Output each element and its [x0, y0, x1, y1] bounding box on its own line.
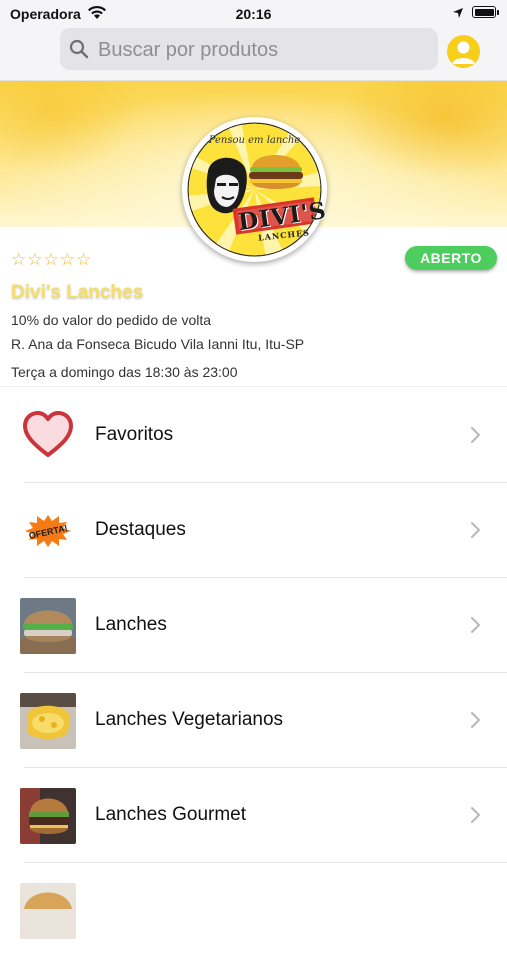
battery-icon [472, 6, 496, 18]
chevron-right-icon [471, 617, 480, 633]
star-icon: ☆ [27, 250, 43, 269]
veggie-burger-photo [20, 693, 76, 749]
category-item-favoritos[interactable]: Favoritos [0, 388, 507, 483]
opening-hours: Terça a domingo das 18:30 às 23:00 [11, 364, 238, 380]
category-label: Lanches [95, 614, 167, 635]
location-arrow-icon [453, 8, 463, 18]
burger-photo [20, 598, 76, 654]
category-item-lanches[interactable]: Lanches [0, 578, 507, 673]
category-item-partial[interactable] [0, 863, 507, 958]
cashback-info: 10% do valor do pedido de volta [11, 312, 212, 328]
category-label: Lanches Vegetarianos [95, 709, 284, 730]
divider [0, 386, 507, 387]
category-label: Favoritos [95, 424, 174, 445]
category-label: Lanches Gourmet [95, 804, 247, 825]
category-item-lanches-gourmet[interactable]: Lanches Gourmet [0, 768, 507, 863]
category-label: Destaques [95, 519, 186, 540]
store-name: Divi's Lanches [11, 282, 144, 303]
status-bar: Operadora 20:16 [0, 0, 507, 28]
user-avatar-icon [452, 41, 475, 64]
category-item-destaques[interactable]: OFERTA! Destaques [0, 483, 507, 578]
rating-stars: ☆ ☆ ☆ ☆ ☆ [11, 250, 91, 270]
search-icon [69, 39, 89, 59]
logo-tagline: Pensou em lanche [208, 135, 301, 146]
chevron-right-icon [471, 427, 480, 443]
category-item-lanches-vegetarianos[interactable]: Lanches Vegetarianos [0, 673, 507, 768]
store-logo: Pensou em lanche DIVI'S LANCHES [182, 117, 328, 262]
oferta-badge-icon: OFERTA! [25, 515, 71, 547]
search-header [0, 28, 507, 81]
gourmet-burger-photo [20, 788, 76, 844]
profile-button[interactable] [447, 35, 480, 68]
open-status-badge: ABERTO [405, 246, 497, 270]
category-list: Favoritos OFERTA! Destaques Lanches Lanc… [0, 388, 507, 958]
chevron-right-icon [471, 807, 480, 823]
chevron-right-icon [471, 712, 480, 728]
chevron-right-icon [471, 522, 480, 538]
search-bar[interactable] [60, 28, 438, 70]
search-input[interactable] [96, 32, 430, 68]
heart-icon [23, 411, 73, 457]
star-icon: ☆ [11, 250, 27, 269]
battery-tip [497, 10, 499, 15]
store-address: R. Ana da Fonseca Bicudo Vila Ianni Itu,… [11, 336, 305, 352]
star-icon: ☆ [59, 250, 75, 269]
star-icon: ☆ [43, 250, 59, 269]
clock: 20:16 [235, 6, 272, 22]
star-icon: ☆ [76, 250, 92, 269]
partial-burger-photo [20, 883, 76, 939]
